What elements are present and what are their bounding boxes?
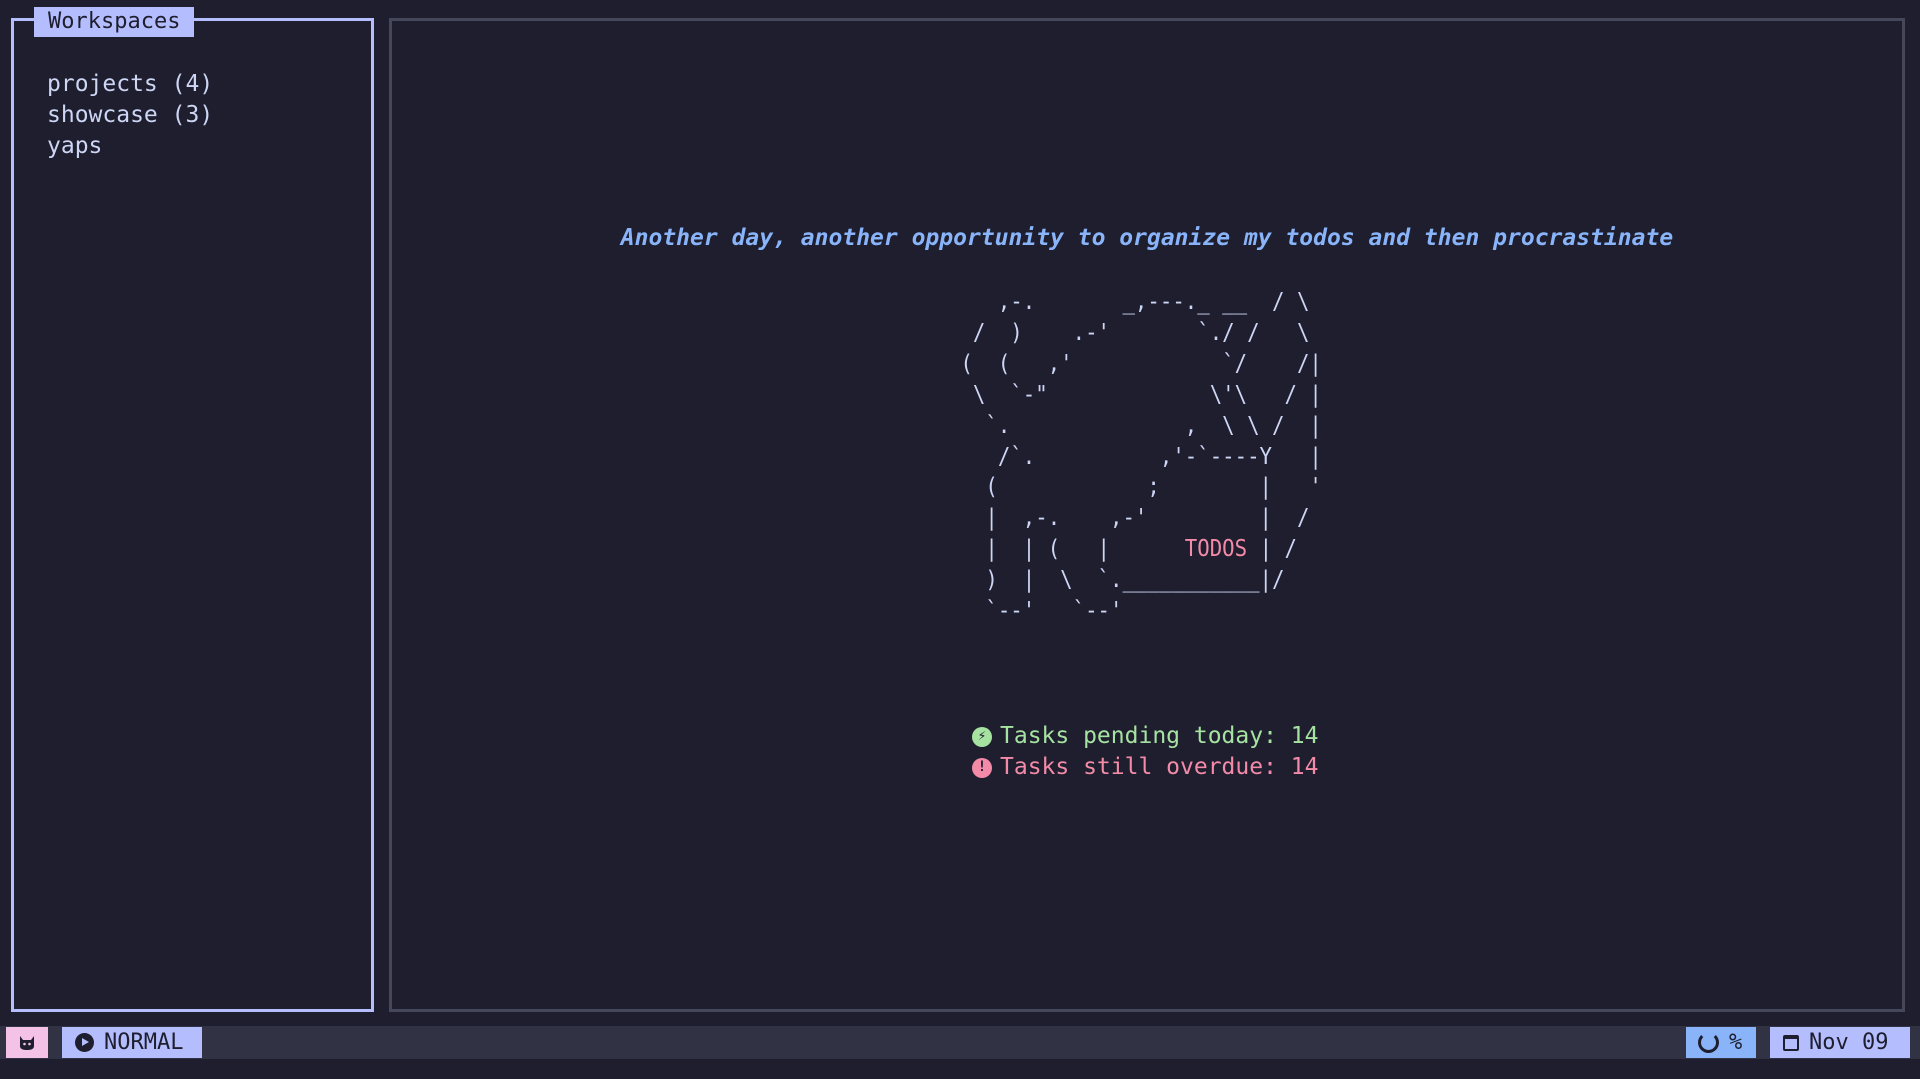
workspace-item-projects[interactable]: projects (4) <box>47 69 213 100</box>
progress-indicator: % <box>1686 1027 1756 1058</box>
pending-tasks-text: Tasks pending today: 14 <box>1000 723 1319 749</box>
progress-label: % <box>1729 1030 1743 1055</box>
play-icon <box>75 1033 94 1052</box>
workspace-list: projects (4) showcase (3) yaps <box>47 69 213 162</box>
tagline: Another day, another opportunity to orga… <box>620 225 1674 251</box>
status-bar: NORMAL % Nov 09 <box>0 1026 1920 1059</box>
mode-indicator: NORMAL <box>62 1027 202 1058</box>
cat-icon <box>20 1035 34 1050</box>
overdue-tasks-line: ! Tasks still overdue: 14 <box>972 752 1319 783</box>
mode-label: NORMAL <box>104 1030 184 1055</box>
ascii-art-todos-label: TODOS <box>1184 536 1248 563</box>
ascii-cat-art: ,-. _,---._ __ / \ / ) .-' `./ / \ ( ( ,… <box>948 287 1322 627</box>
main-panel: Another day, another opportunity to orga… <box>389 18 1905 1012</box>
ascii-art-top: ,-. _,---._ __ / \ / ) .-' `./ / \ ( ( ,… <box>960 289 1322 563</box>
alert-icon: ! <box>972 757 992 778</box>
workspaces-panel: Workspaces projects (4) showcase (3) yap… <box>11 7 374 1012</box>
spinner-icon <box>1698 1032 1719 1053</box>
calendar-icon <box>1783 1034 1799 1051</box>
task-stats: ⚡ Tasks pending today: 14 ! Tasks still … <box>972 721 1319 783</box>
cat-badge <box>6 1027 48 1058</box>
lightning-icon: ⚡ <box>972 726 992 747</box>
overdue-tasks-text: Tasks still overdue: 14 <box>1000 754 1319 780</box>
date-label: Nov 09 <box>1809 1030 1889 1055</box>
date-indicator: Nov 09 <box>1770 1027 1910 1058</box>
app-root: Workspaces projects (4) showcase (3) yap… <box>0 0 1920 1079</box>
pending-tasks-line: ⚡ Tasks pending today: 14 <box>972 721 1319 752</box>
workspace-item-showcase[interactable]: showcase (3) <box>47 100 213 131</box>
workspaces-title: Workspaces <box>34 7 195 37</box>
workspace-item-yaps[interactable]: yaps <box>47 131 213 162</box>
